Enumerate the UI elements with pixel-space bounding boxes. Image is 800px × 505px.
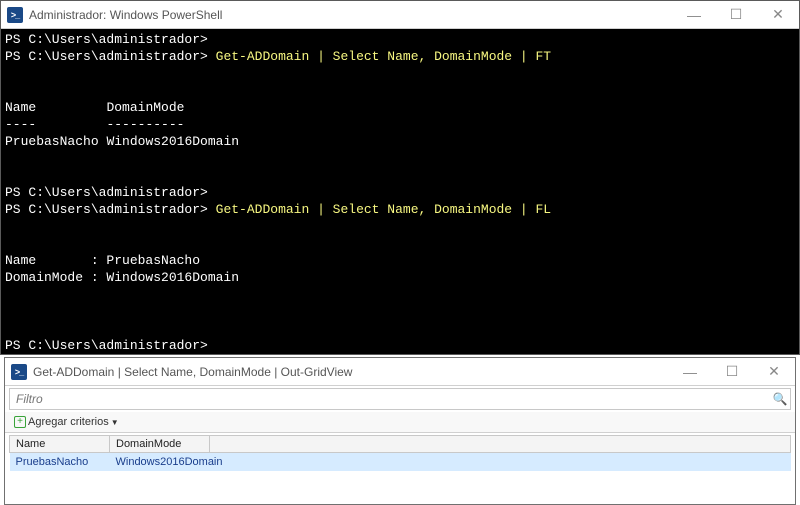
command-ft: Get-ADDomain | Select Name, DomainMode |… xyxy=(216,49,551,64)
ps-minimize-button[interactable]: — xyxy=(673,1,715,29)
grid-title-bar[interactable]: Get-ADDomain | Select Name, DomainMode |… xyxy=(5,358,795,386)
ft-dash-dm: ---------- xyxy=(106,117,184,132)
prompt: PS C:\Users\administrador> xyxy=(5,338,208,353)
ps-close-button[interactable]: ✕ xyxy=(757,1,799,29)
grid-header-row: Name DomainMode xyxy=(10,436,791,453)
prompt: PS C:\Users\administrador> xyxy=(5,185,208,200)
prompt: PS C:\Users\administrador> xyxy=(5,32,208,47)
column-header-name[interactable]: Name xyxy=(10,436,110,453)
prompt: PS C:\Users\administrador> xyxy=(5,202,208,217)
fl-dm: DomainMode : Windows2016Domain xyxy=(5,270,239,285)
command-fl: Get-ADDomain | Select Name, DomainMode |… xyxy=(216,202,551,217)
ps-maximize-button[interactable]: ☐ xyxy=(715,1,757,29)
grid-window-controls: — ☐ ✕ xyxy=(669,358,795,386)
grid-table: Name DomainMode PruebasNacho Windows2016… xyxy=(9,435,791,471)
column-header-blank[interactable] xyxy=(210,436,791,453)
dropdown-icon: ▼ xyxy=(111,418,119,427)
grid-table-wrap: Name DomainMode PruebasNacho Windows2016… xyxy=(9,435,791,471)
ps-title-bar[interactable]: Administrador: Windows PowerShell — ☐ ✕ xyxy=(1,1,799,29)
grid-close-button[interactable]: ✕ xyxy=(753,358,795,386)
grid-minimize-button[interactable]: — xyxy=(669,358,711,386)
search-icon[interactable]: 🔍 xyxy=(770,392,790,406)
terminal-output[interactable]: PS C:\Users\administrador> PS C:\Users\a… xyxy=(1,29,799,354)
powershell-icon xyxy=(11,364,27,380)
cell-domainmode: Windows2016Domain xyxy=(110,453,791,472)
add-criteria-button[interactable]: + Agregar criterios ▼ xyxy=(9,414,124,430)
plus-icon: + xyxy=(14,416,26,428)
grid-maximize-button[interactable]: ☐ xyxy=(711,358,753,386)
powershell-icon xyxy=(7,7,23,23)
cell-name: PruebasNacho xyxy=(10,453,110,472)
column-header-domainmode[interactable]: DomainMode xyxy=(110,436,210,453)
ft-header-name: Name xyxy=(5,100,36,115)
ft-dash-name: ---- xyxy=(5,117,36,132)
fl-name: Name : PruebasNacho xyxy=(5,253,200,268)
ps-window-controls: — ☐ ✕ xyxy=(673,1,799,29)
table-row[interactable]: PruebasNacho Windows2016Domain xyxy=(10,453,791,472)
gridview-window: Get-ADDomain | Select Name, DomainMode |… xyxy=(4,357,796,505)
ft-row-dm: Windows2016Domain xyxy=(106,134,239,149)
filter-row: 🔍 xyxy=(9,388,791,410)
prompt: PS C:\Users\administrador> xyxy=(5,49,208,64)
ft-header-dm: DomainMode xyxy=(106,100,184,115)
powershell-window: Administrador: Windows PowerShell — ☐ ✕ … xyxy=(0,0,800,355)
criteria-bar: + Agregar criterios ▼ xyxy=(5,412,795,433)
add-criteria-label: Agregar criterios xyxy=(28,416,109,428)
grid-window-title: Get-ADDomain | Select Name, DomainMode |… xyxy=(33,365,669,379)
filter-input[interactable] xyxy=(10,390,770,408)
ft-row-name: PruebasNacho xyxy=(5,134,99,149)
ps-window-title: Administrador: Windows PowerShell xyxy=(29,8,673,22)
